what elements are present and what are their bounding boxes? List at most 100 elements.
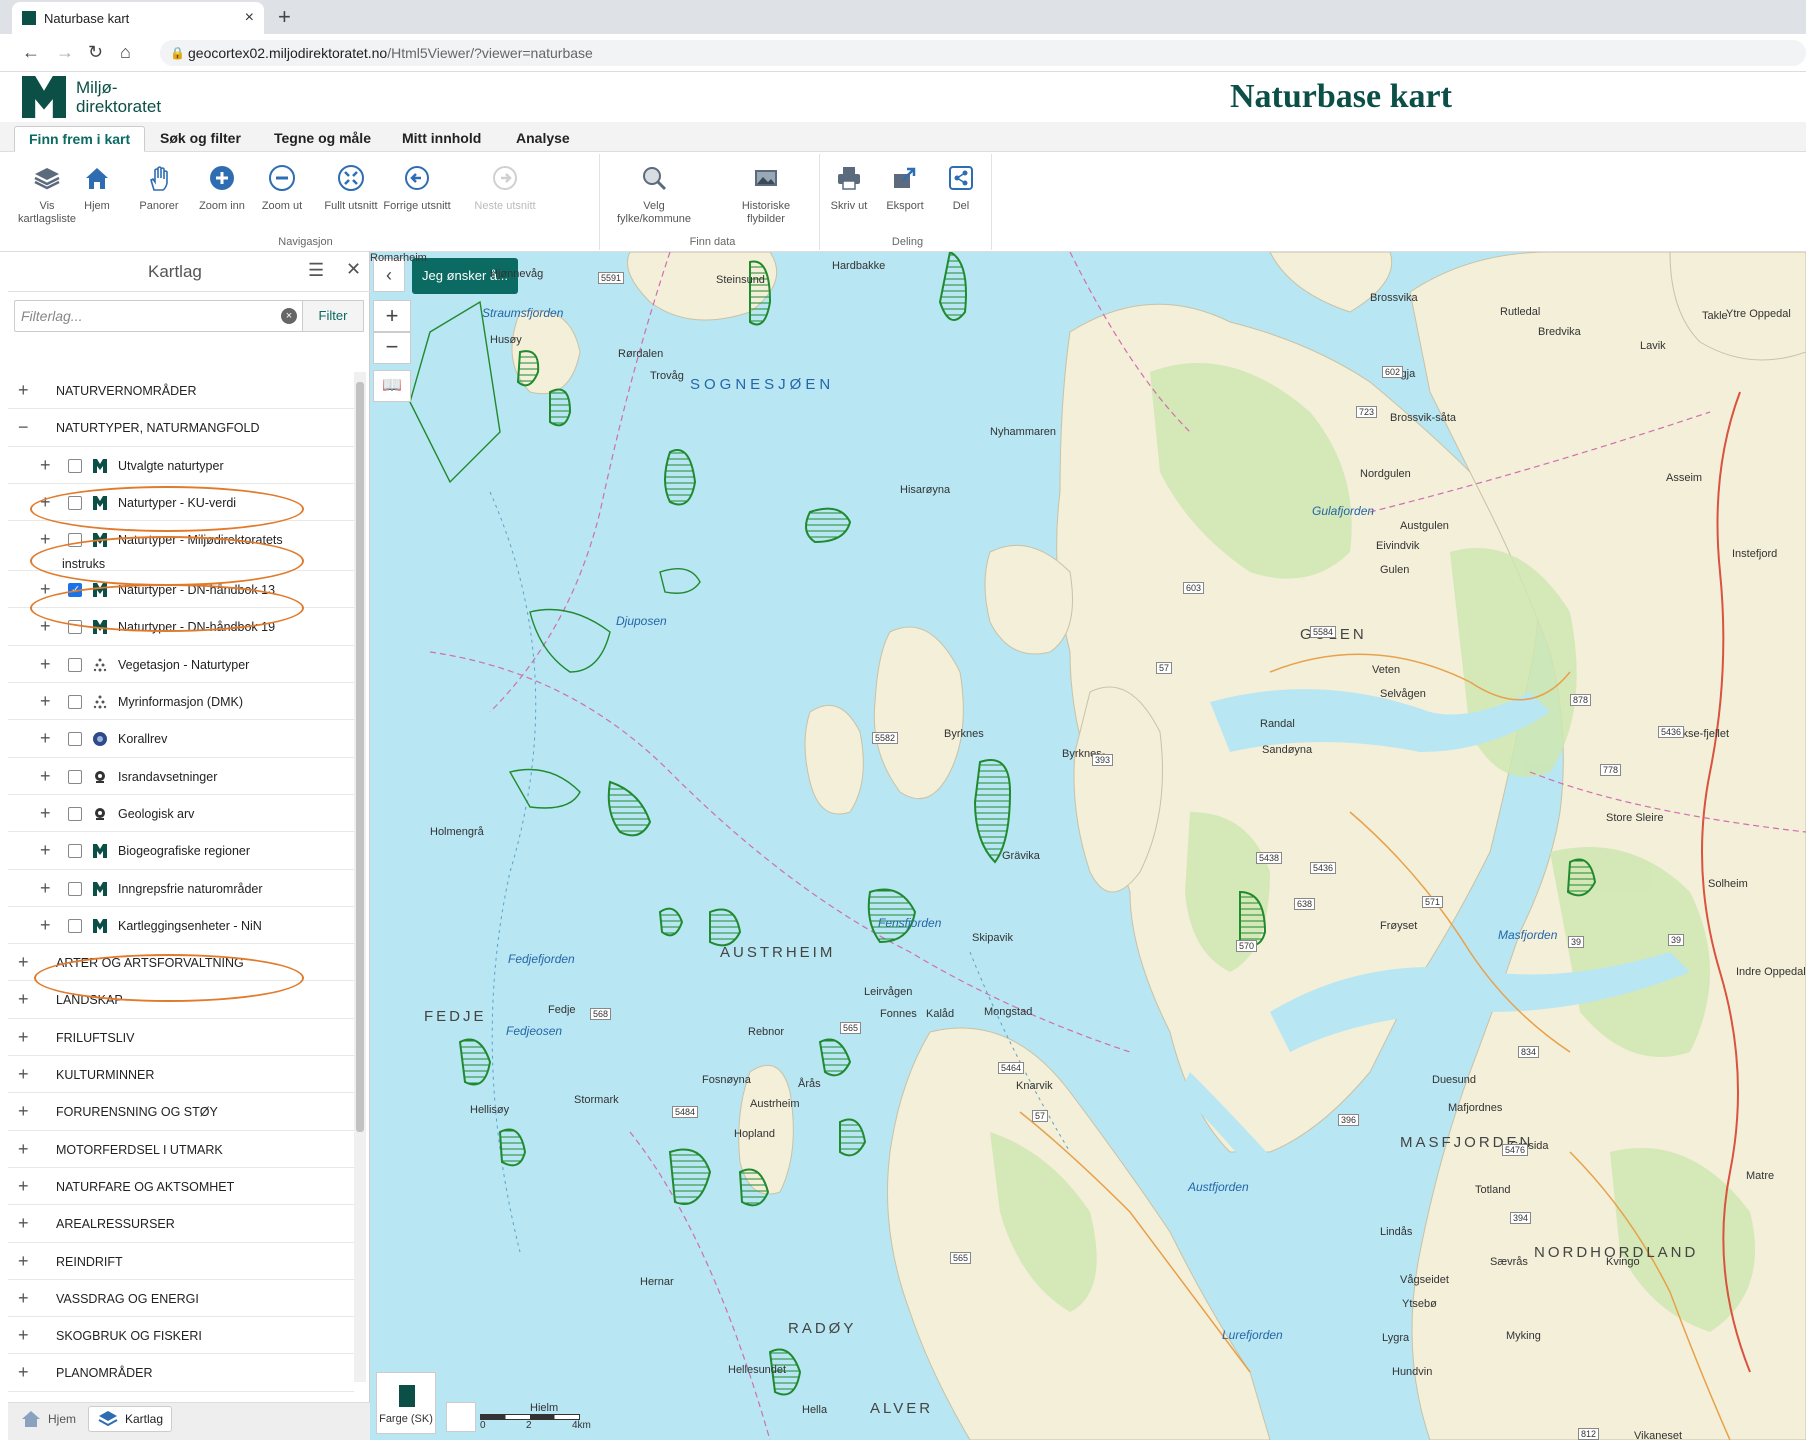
expand-icon[interactable]: + [40,766,54,787]
road-number-label: 5591 [598,272,625,284]
scrollbar-thumb[interactable] [356,382,364,1132]
map-zoom-out-button[interactable]: − [373,332,411,364]
filter-input[interactable]: Filterlag... × [14,300,304,332]
layer-group[interactable]: + SKOGBRUK OG FISKERI [8,1317,354,1355]
home-icon[interactable]: ⌂ [120,42,131,63]
layer-group[interactable]: + NATURFARE OG AKTSOMHET [8,1168,354,1206]
del-button[interactable]: Del [938,164,984,213]
url-field[interactable]: 🔒 geocortex02.miljodirektoratet.no/Html5… [160,40,1806,66]
hjem-button[interactable]: Hjem [77,164,117,213]
filter-placeholder: Filterlag... [21,308,83,324]
expand-icon[interactable]: + [18,1325,32,1346]
layer-group[interactable]: + FORURENSNING OG STØY [8,1093,354,1131]
layer-item[interactable]: + Geologisk arv [8,795,354,833]
expand-icon[interactable]: + [40,654,54,675]
expand-icon[interactable]: + [18,1101,32,1122]
grid-icon[interactable] [446,1402,476,1432]
forrige-utsnitt-button[interactable]: Forrige utsnitt [380,164,454,213]
expand-icon[interactable]: + [18,1288,32,1309]
layer-checkbox[interactable] [68,918,82,933]
footer-home-button[interactable]: Hjem [20,1409,76,1429]
map-view[interactable]: ‹ Jeg ønsker å... + − 📖 Hjønnevåg Hardbak… [370,252,1806,1440]
tab-sok-filter[interactable]: Søk og filter [146,126,255,152]
back-icon[interactable]: ← [22,42,40,63]
close-icon[interactable]: ✕ [346,259,361,280]
layer-checkbox[interactable] [68,695,82,710]
zoom-inn-button[interactable]: Zoom inn [194,164,250,213]
layer-checkbox[interactable] [68,806,82,821]
expand-icon[interactable]: + [18,1213,32,1234]
place-label: Grävika [1002,850,1040,862]
expand-icon[interactable]: + [18,952,32,973]
skriv-ut-button[interactable]: Skriv ut [824,164,874,213]
expand-icon[interactable]: + [40,728,54,749]
layer-item[interactable]: + Utvalgte naturtyper [8,447,354,484]
bookmark-icon[interactable]: 📖 [373,370,411,402]
basemap-button[interactable]: Farge (SK) [376,1372,436,1434]
layer-checkbox[interactable] [68,844,82,859]
expand-icon[interactable]: + [18,1064,32,1085]
layer-item[interactable]: + Korallrev [8,720,354,758]
layer-checkbox[interactable] [68,657,82,672]
expand-icon[interactable]: + [40,455,54,476]
tab-analyse[interactable]: Analyse [502,126,584,152]
layer-group[interactable]: + AREALRESSURSER [8,1205,354,1243]
historiske-flybilder-button[interactable]: Historiske flybilder [724,164,808,226]
place-label: Fonnes [880,1008,917,1020]
scrollbar[interactable] [354,372,366,1382]
expand-icon[interactable]: + [40,878,54,899]
browser-tab[interactable]: Naturbase kart × [12,2,264,34]
eksport-button[interactable]: Eksport [880,164,930,213]
tab-finn-frem[interactable]: Finn frem i kart [14,126,146,152]
layer-group[interactable]: + KULTURMINNER [8,1056,354,1094]
expand-icon[interactable]: + [40,840,54,861]
layer-group[interactable]: + REINDRIFT [8,1243,354,1280]
close-tab-icon[interactable]: × [245,9,254,27]
new-tab-icon[interactable]: + [278,4,291,30]
filter-button[interactable]: Filter [302,300,364,332]
layer-item[interactable]: + Vegetasjon - Naturtyper [8,646,354,684]
reload-icon[interactable]: ↻ [88,42,103,63]
expand-icon[interactable]: + [18,1362,32,1383]
expand-icon[interactable]: + [40,915,54,936]
expand-icon[interactable]: + [40,803,54,824]
layer-checkbox[interactable] [68,881,82,896]
layer-group[interactable]: + PLANOMRÅDER [8,1354,354,1392]
tab-mitt-innhold[interactable]: Mitt innhold [388,126,495,152]
map-canvas[interactable] [370,252,1806,1440]
panorer-button[interactable]: Panorer [134,164,184,213]
vis-kartlagsliste-button[interactable]: Vis kartlagsliste [12,164,82,226]
layer-group[interactable]: − NATURTYPER, NATURMANGFOLD [8,409,354,447]
expand-icon[interactable]: + [18,1139,32,1160]
expand-icon[interactable]: + [18,1176,32,1197]
collapse-icon[interactable]: − [18,417,32,438]
layer-group[interactable]: + NATURVERNOMRÅDER [8,372,354,410]
layer-item[interactable]: + Biogeografiske regioner [8,832,354,870]
layer-group[interactable]: + FRILUFTSLIV [8,1019,354,1057]
layer-item[interactable]: + Inngrepsfrie naturområder [8,870,354,907]
neste-utsnitt-button[interactable]: Neste utsnitt [468,164,542,213]
expand-icon[interactable]: + [18,380,32,401]
layer-item[interactable]: + Israndavsetninger [8,758,354,795]
tab-tegne-male[interactable]: Tegne og måle [260,126,385,152]
layer-item[interactable]: + Kartleggingsenheter - NiN [8,907,354,945]
expand-icon[interactable]: + [40,691,54,712]
clear-icon[interactable]: × [281,308,297,324]
zoom-ut-button[interactable]: Zoom ut [254,164,310,213]
velg-fylke-button[interactable]: Velg fylke/kommune [612,164,696,226]
expand-icon[interactable]: + [18,989,32,1010]
footer-kartlag-button[interactable]: Kartlag [88,1406,173,1432]
forward-icon[interactable]: → [56,42,74,63]
list-menu-icon[interactable]: ☰ [308,260,324,281]
expand-icon[interactable]: + [18,1027,32,1048]
layer-checkbox[interactable] [68,458,82,473]
map-zoom-in-button[interactable]: + [373,300,411,332]
layer-group[interactable]: + MOTORFERDSEL I UTMARK [8,1131,354,1168]
layer-checkbox[interactable] [68,769,82,784]
layer-group[interactable]: + VASSDRAG OG ENERGI [8,1280,354,1318]
layer-checkbox[interactable] [68,732,82,747]
layer-item[interactable]: + Myrinformasjon (DMK) [8,683,354,721]
expand-icon[interactable]: + [18,1251,32,1272]
fullt-utsnitt-button[interactable]: Fullt utsnitt [318,164,384,213]
zoom-out-icon [269,165,295,191]
